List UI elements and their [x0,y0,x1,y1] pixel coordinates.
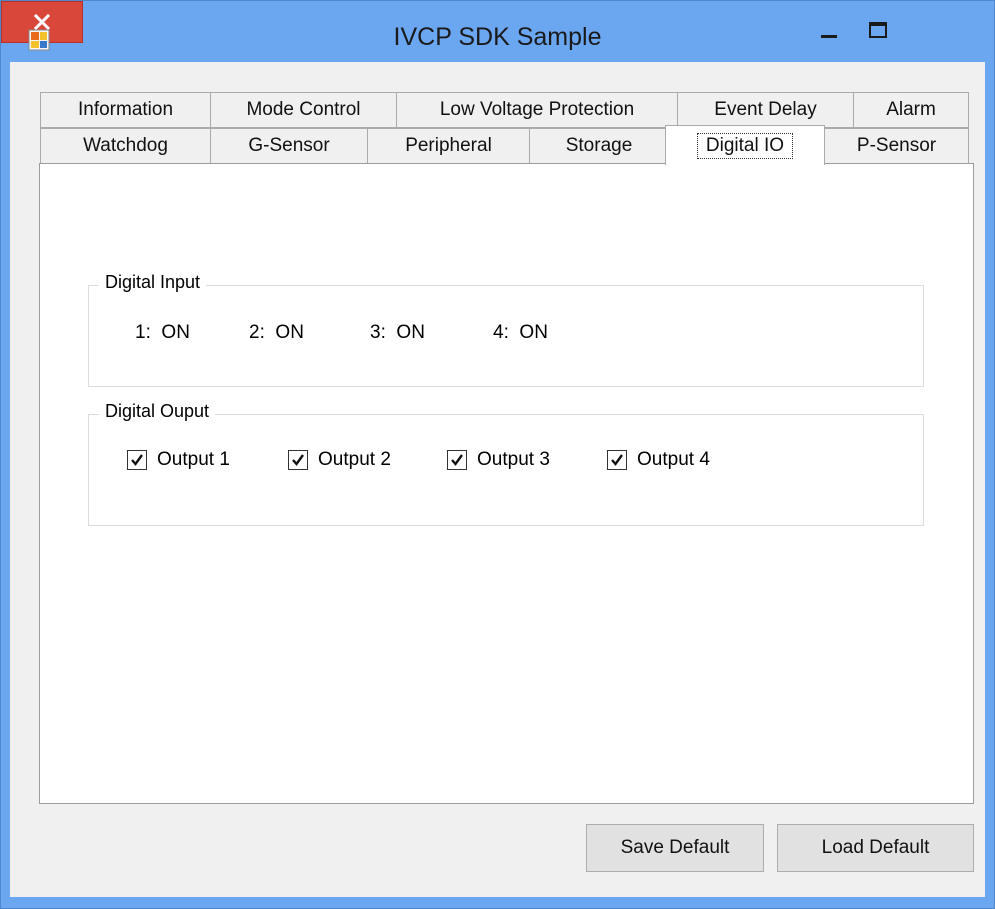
tab-label: Event Delay [714,99,817,120]
tab-peripheral[interactable]: Peripheral [367,128,530,164]
output-3-label: Output 3 [477,449,550,470]
minimize-icon[interactable] [807,11,851,51]
tab-label: Peripheral [405,135,492,156]
tab-digital-io[interactable]: Digital IO [665,125,825,165]
tab-label: P-Sensor [856,135,937,156]
output-4-label: Output 4 [637,449,710,470]
tab-storage[interactable]: Storage [529,128,669,164]
tab-label: Low Voltage Protection [439,99,635,120]
output-1-checkbox[interactable]: Output 1 [127,449,230,471]
output-4-checkbox[interactable]: Output 4 [607,449,710,471]
digital-input-2: 2: ON [249,322,304,343]
maximize-icon[interactable] [856,11,900,51]
tab-label: Storage [565,135,633,156]
digital-io-page: Digital Input 1: ON 2: ON 3: ON 4: ON Di… [39,163,974,804]
checkbox-checked-icon[interactable] [607,450,627,470]
tab-label: Watchdog [83,135,168,156]
digital-output-legend: Digital Ouput [99,401,216,422]
digital-input-legend: Digital Input [99,272,207,293]
tab-label: Information [77,99,174,120]
save-default-button[interactable]: Save Default [586,824,764,872]
tab-label: Mode Control [246,99,361,120]
digital-input-1: 1: ON [135,322,190,343]
checkbox-checked-icon[interactable] [127,450,147,470]
tab-alarm[interactable]: Alarm [853,92,969,128]
client-area: Information Mode Control Low Voltage Pro… [10,62,985,897]
output-2-label: Output 2 [318,449,391,470]
digital-output-group: Digital Ouput Output 1 Output 2 Output 3… [88,401,924,526]
tab-information[interactable]: Information [40,92,211,128]
tab-low-voltage-protection[interactable]: Low Voltage Protection [396,92,678,128]
tab-g-sensor[interactable]: G-Sensor [210,128,368,164]
digital-input-4: 4: ON [493,322,548,343]
tab-label: G-Sensor [248,135,330,156]
checkbox-checked-icon[interactable] [288,450,308,470]
tab-watchdog[interactable]: Watchdog [40,128,211,164]
tab-mode-control[interactable]: Mode Control [210,92,397,128]
checkbox-checked-icon[interactable] [447,450,467,470]
app-window: IVCP SDK Sample Information Mode Control… [0,0,995,909]
load-default-button[interactable]: Load Default [777,824,974,872]
output-3-checkbox[interactable]: Output 3 [447,449,550,471]
output-2-checkbox[interactable]: Output 2 [288,449,391,471]
tab-p-sensor[interactable]: P-Sensor [824,128,969,164]
digital-input-3: 3: ON [370,322,425,343]
tab-event-delay[interactable]: Event Delay [677,92,854,128]
digital-input-group: Digital Input 1: ON 2: ON 3: ON 4: ON [88,272,924,387]
tab-label: Digital IO [696,132,794,159]
output-1-label: Output 1 [157,449,230,470]
tab-label: Alarm [886,99,936,120]
